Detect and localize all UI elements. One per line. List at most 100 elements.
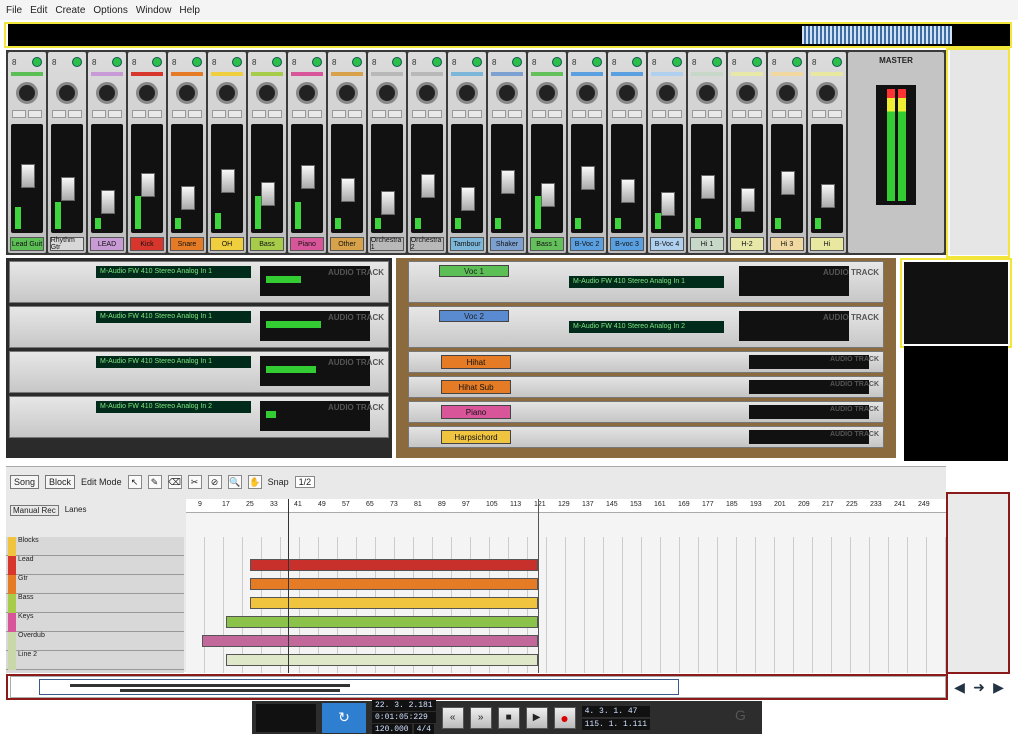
mute-button[interactable] xyxy=(452,110,466,118)
menu-help[interactable]: Help xyxy=(179,5,200,16)
solo-button[interactable] xyxy=(668,110,682,118)
solo-button[interactable] xyxy=(748,110,762,118)
pan-knob[interactable] xyxy=(736,82,758,104)
power-led-icon[interactable] xyxy=(712,57,722,67)
volume-fader[interactable] xyxy=(341,178,356,202)
channel-label[interactable]: Tambour xyxy=(449,237,485,251)
channel-label[interactable]: B-voc 3 xyxy=(609,237,645,251)
pencil-tool-icon[interactable]: ✎ xyxy=(147,475,162,489)
pan-knob[interactable] xyxy=(536,82,558,104)
loop-toggle-icon[interactable]: ↻ xyxy=(322,702,366,733)
menu-window[interactable]: Window xyxy=(136,5,172,16)
channel-label[interactable]: Hi 3 xyxy=(769,237,805,251)
volume-fader[interactable] xyxy=(141,173,156,197)
power-led-icon[interactable] xyxy=(792,57,802,67)
channel-label[interactable]: Orchestra 2 xyxy=(409,237,445,251)
click-icon[interactable]: G xyxy=(735,707,746,723)
sequencer-navigator[interactable] xyxy=(948,494,1008,672)
audio-track-device[interactable]: M-Audio FW 410 Stereo Analog In 2 Voc 2 … xyxy=(408,306,884,348)
solo-button[interactable] xyxy=(108,110,122,118)
input-display[interactable]: M-Audio FW 410 Stereo Analog In 1 xyxy=(96,266,251,278)
mute-button[interactable] xyxy=(572,110,586,118)
solo-button[interactable] xyxy=(548,110,562,118)
rewind-button[interactable]: « xyxy=(441,706,464,729)
audio-clip[interactable] xyxy=(250,578,538,590)
audio-track-device[interactable]: M-Audio FW 410 Stereo Analog In 1 Voc 1 … xyxy=(408,261,884,303)
track-name[interactable]: Hihat Sub xyxy=(441,380,511,394)
volume-fader[interactable] xyxy=(181,186,196,210)
record-button[interactable]: ● xyxy=(553,706,576,729)
audio-track-device[interactable]: M-Audio FW 410 Stereo Analog In 2 AUDIO … xyxy=(9,396,389,438)
input-display[interactable]: M-Audio FW 410 Stereo Analog In 2 xyxy=(96,401,251,413)
stop-button[interactable]: ■ xyxy=(497,706,520,729)
pan-knob[interactable] xyxy=(336,82,358,104)
audio-track-device[interactable]: M-Audio FW 410 Stereo Analog In 1 AUDIO … xyxy=(9,261,389,303)
pan-knob[interactable] xyxy=(576,82,598,104)
rack-navigator[interactable] xyxy=(904,262,1008,344)
block-mode-button[interactable]: Block xyxy=(45,475,76,489)
pan-knob[interactable] xyxy=(376,82,398,104)
pan-knob[interactable] xyxy=(176,82,198,104)
mute-button[interactable] xyxy=(772,110,786,118)
input-display[interactable]: M-Audio FW 410 Stereo Analog In 1 xyxy=(96,356,251,368)
power-led-icon[interactable] xyxy=(352,57,362,67)
loop-end-marker[interactable] xyxy=(538,499,539,673)
mute-button[interactable] xyxy=(132,110,146,118)
audio-clip[interactable] xyxy=(250,559,538,571)
volume-fader[interactable] xyxy=(421,174,436,198)
power-led-icon[interactable] xyxy=(512,57,522,67)
mute-button[interactable] xyxy=(612,110,626,118)
track-header[interactable]: Bass xyxy=(6,594,184,613)
power-led-icon[interactable] xyxy=(832,57,842,67)
input-display[interactable]: M-Audio FW 410 Stereo Analog In 1 xyxy=(96,311,251,323)
track-header[interactable]: Lead xyxy=(6,556,184,575)
right-arrow-icon[interactable]: ▶ xyxy=(993,679,1004,696)
power-led-icon[interactable] xyxy=(32,57,42,67)
mute-button[interactable] xyxy=(732,110,746,118)
channel-label[interactable]: Other xyxy=(329,237,365,251)
track-name[interactable]: Harpsichord xyxy=(441,430,511,444)
playhead[interactable] xyxy=(288,499,289,673)
audio-clip[interactable] xyxy=(250,597,538,609)
mute-button[interactable] xyxy=(92,110,106,118)
track-name[interactable]: Voc 2 xyxy=(439,310,509,322)
track-header[interactable]: Line 2 xyxy=(6,651,184,670)
volume-fader[interactable] xyxy=(21,164,36,188)
pan-knob[interactable] xyxy=(96,82,118,104)
fast-forward-button[interactable]: » xyxy=(469,706,492,729)
solo-button[interactable] xyxy=(68,110,82,118)
tempo-display[interactable]: 120.000 xyxy=(372,724,412,734)
audio-clip[interactable] xyxy=(202,635,538,647)
audio-track-device-folded[interactable]: Hihat Sub AUDIO TRACK xyxy=(408,376,884,398)
time-position[interactable]: 0:01:05:229 xyxy=(372,712,436,723)
solo-button[interactable] xyxy=(788,110,802,118)
channel-label[interactable]: Shaker xyxy=(489,237,525,251)
track-name[interactable]: Hihat xyxy=(441,355,511,369)
volume-fader[interactable] xyxy=(661,192,676,216)
input-display[interactable]: M-Audio FW 410 Stereo Analog In 2 xyxy=(569,321,724,333)
solo-button[interactable] xyxy=(148,110,162,118)
mute-button[interactable] xyxy=(492,110,506,118)
volume-fader[interactable] xyxy=(501,170,516,194)
razor-tool-icon[interactable]: ✂ xyxy=(187,475,202,489)
power-led-icon[interactable] xyxy=(72,57,82,67)
mute-button[interactable] xyxy=(52,110,66,118)
volume-fader[interactable] xyxy=(821,184,836,208)
solo-button[interactable] xyxy=(428,110,442,118)
pan-knob[interactable] xyxy=(816,82,838,104)
mute-button[interactable] xyxy=(12,110,26,118)
mute-button[interactable] xyxy=(812,110,826,118)
track-header[interactable]: Overdub xyxy=(6,632,184,651)
track-name[interactable]: Piano xyxy=(441,405,511,419)
mute-button[interactable] xyxy=(692,110,706,118)
solo-button[interactable] xyxy=(28,110,42,118)
volume-fader[interactable] xyxy=(541,183,556,207)
arrow-tool-icon[interactable]: ↖ xyxy=(127,475,142,489)
pan-knob[interactable] xyxy=(296,82,318,104)
menu-edit[interactable]: Edit xyxy=(30,5,47,16)
volume-fader[interactable] xyxy=(741,188,756,212)
pan-knob[interactable] xyxy=(616,82,638,104)
volume-fader[interactable] xyxy=(221,169,236,193)
right-locator[interactable]: 115. 1. 1.111 xyxy=(581,718,651,730)
mute-button[interactable] xyxy=(532,110,546,118)
